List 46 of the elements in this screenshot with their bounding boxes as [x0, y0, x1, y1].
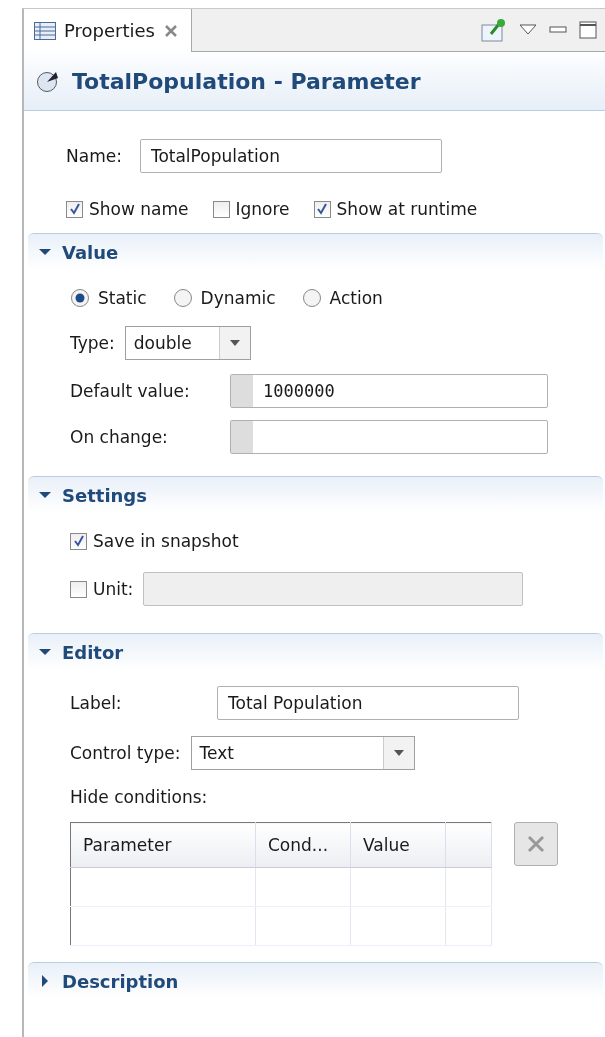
radio-icon [301, 288, 322, 308]
view-menu-icon[interactable] [519, 24, 537, 36]
close-icon[interactable] [162, 22, 179, 39]
radio-button[interactable]: Action [301, 288, 383, 308]
column-header[interactable]: Parameter [70, 822, 256, 868]
field-label: Hide conditions: [70, 787, 208, 807]
code-field[interactable] [230, 420, 548, 454]
checkbox-label: Show name [89, 199, 189, 219]
checkbox-label: Save in snapshot [93, 531, 239, 551]
field-label: On change: [70, 427, 169, 447]
properties-tab[interactable]: Properties [24, 9, 192, 52]
minimize-icon[interactable] [549, 24, 567, 36]
name-field[interactable]: TotalPopulation [139, 139, 442, 173]
column-header[interactable]: Value [350, 822, 446, 868]
checkbox[interactable] [212, 200, 230, 218]
column-header[interactable]: Cond... [255, 822, 351, 868]
caret-icon [393, 750, 404, 756]
checkbox-label: Show at runtime [336, 199, 478, 219]
delete-button[interactable] [514, 822, 558, 866]
field-label: Type: [70, 333, 115, 353]
field-label: Label: [70, 693, 123, 713]
caret-icon [229, 340, 240, 346]
label-field[interactable]: Total Population [217, 686, 519, 720]
dropdown[interactable]: Text [190, 736, 415, 770]
maximize-icon[interactable] [579, 21, 597, 39]
close-icon [525, 833, 547, 855]
pin-icon[interactable] [481, 18, 507, 42]
checkbox-label: Ignore [235, 199, 290, 219]
checkbox[interactable] [70, 580, 87, 598]
radio-button[interactable]: Static [70, 288, 147, 308]
checkbox[interactable] [313, 200, 331, 218]
checkbox[interactable] [70, 532, 87, 550]
panel-title: TotalPopulation - Parameter [72, 68, 421, 94]
radio-button[interactable]: Dynamic [172, 288, 276, 308]
field-label: Control type: [70, 743, 181, 763]
checkbox-label: Unit: [93, 579, 134, 599]
unit-field[interactable] [143, 572, 524, 606]
field-label: Default value: [70, 381, 191, 401]
checkbox[interactable] [66, 200, 83, 218]
code-field[interactable]: 1000000 [230, 374, 548, 408]
radio-icon [70, 288, 90, 308]
table-icon [34, 21, 56, 40]
parameter-icon [36, 69, 60, 93]
field-label: Name: [66, 146, 122, 166]
dropdown[interactable]: double [124, 326, 251, 360]
radio-icon [172, 288, 193, 308]
